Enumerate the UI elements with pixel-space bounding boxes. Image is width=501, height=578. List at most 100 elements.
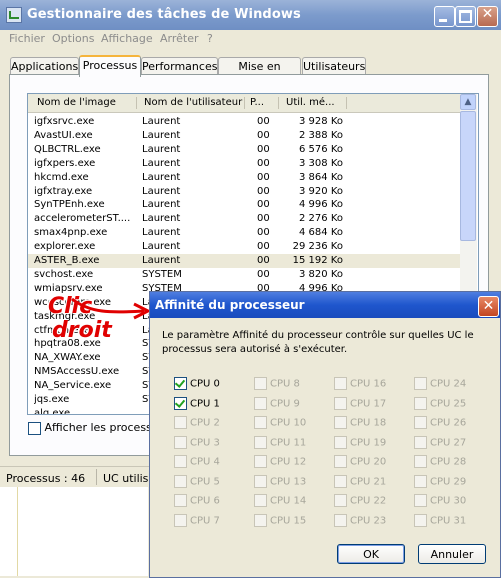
cpu-label: CPU 25 bbox=[430, 398, 467, 409]
process-row[interactable]: QLBCTRL.exe Laurent 00 6 576 Ko bbox=[28, 143, 460, 157]
checkbox-box bbox=[254, 513, 267, 527]
process-name: igfxtray.exe bbox=[34, 185, 93, 197]
checkbox-box bbox=[414, 377, 427, 390]
column-cpu[interactable]: P... bbox=[250, 97, 264, 108]
process-row[interactable]: svchost.exe SYSTEM 00 3 820 Ko bbox=[28, 268, 460, 282]
process-cpu: 00 bbox=[257, 157, 270, 169]
cpu-label: CPU 16 bbox=[350, 378, 387, 390]
ok-button[interactable]: OK bbox=[337, 544, 405, 564]
checkbox-box bbox=[254, 435, 267, 449]
show-all-processes-checkbox[interactable]: Afficher les processus bbox=[28, 421, 165, 435]
minimize-button[interactable] bbox=[434, 6, 455, 27]
cpu-checkbox: CPU 21 bbox=[334, 474, 386, 488]
cpu-label: CPU 8 bbox=[270, 378, 300, 390]
column-divider[interactable] bbox=[244, 97, 245, 109]
process-row[interactable]: hkcmd.exe Laurent 00 3 864 Ko bbox=[28, 171, 460, 185]
process-user: Laurent bbox=[142, 185, 181, 197]
cpu-checkbox: CPU 28 bbox=[414, 455, 466, 468]
title-bar[interactable]: Gestionnaire des tâches de Windows ✕ bbox=[0, 0, 501, 30]
column-image-name[interactable]: Nom de l'image bbox=[37, 97, 116, 108]
checkbox-box bbox=[174, 455, 187, 468]
process-row[interactable]: AvastUI.exe Laurent 00 2 388 Ko bbox=[28, 129, 460, 143]
checkbox-box bbox=[254, 494, 267, 507]
checkbox-box bbox=[174, 416, 187, 429]
checkbox-box bbox=[174, 513, 187, 527]
cpu-label: CPU 3 bbox=[190, 437, 220, 448]
process-user: Laurent bbox=[142, 157, 181, 169]
checkbox-box bbox=[334, 377, 347, 390]
tab-performances[interactable]: Performances bbox=[141, 57, 218, 75]
menu-fichier[interactable]: Fichier bbox=[9, 32, 45, 45]
menu-help[interactable]: ? bbox=[207, 32, 213, 45]
checkbox-box bbox=[254, 455, 267, 468]
process-row[interactable]: igfxtray.exe Laurent 00 3 920 Ko bbox=[28, 185, 460, 199]
cpu-label: CPU 0 bbox=[190, 378, 220, 390]
checkbox-box bbox=[414, 513, 427, 527]
process-row[interactable]: accelerometerST.... Laurent 00 2 276 Ko bbox=[28, 212, 460, 226]
dialog-title-bar[interactable]: Affinité du processeur ✕ bbox=[150, 292, 500, 318]
cpu-checkbox[interactable]: CPU 0 bbox=[174, 377, 220, 390]
cpu-label: CPU 20 bbox=[350, 456, 387, 468]
cpu-checkbox: CPU 16 bbox=[334, 377, 386, 390]
process-memory: 3 864 Ko bbox=[299, 171, 343, 183]
column-user-name[interactable]: Nom de l'utilisateur bbox=[144, 97, 242, 108]
dialog-close-button[interactable]: ✕ bbox=[478, 296, 499, 317]
checkbox-box[interactable] bbox=[174, 396, 187, 410]
process-row[interactable]: smax4pnp.exe Laurent 00 4 684 Ko bbox=[28, 226, 460, 240]
cpu-checkbox: CPU 6 bbox=[174, 494, 220, 507]
process-cpu: 00 bbox=[257, 185, 270, 197]
column-memory[interactable]: Util. mé... bbox=[286, 97, 335, 108]
tab-processus[interactable]: Processus bbox=[79, 55, 141, 77]
process-memory: 4 684 Ko bbox=[299, 227, 343, 239]
menu-arreter[interactable]: Arrêter bbox=[160, 32, 199, 45]
cpu-checkbox: CPU 22 bbox=[334, 494, 386, 507]
cpu-checkbox: CPU 20 bbox=[334, 455, 386, 468]
tab-applications[interactable]: Applications bbox=[10, 57, 79, 75]
process-name: igfxpers.exe bbox=[34, 157, 96, 169]
cpu-checkbox: CPU 23 bbox=[334, 513, 386, 527]
tab-utilisateurs[interactable]: Utilisateurs bbox=[302, 57, 366, 75]
process-name: alg.exe bbox=[34, 407, 71, 415]
process-row[interactable]: igfxpers.exe Laurent 00 3 308 Ko bbox=[28, 157, 460, 171]
cpu-label: CPU 6 bbox=[190, 495, 220, 507]
menu-options[interactable]: Options bbox=[52, 32, 94, 45]
process-row[interactable]: explorer.exe Laurent 00 29 236 Ko bbox=[28, 240, 460, 254]
cpu-checkbox: CPU 14 bbox=[254, 494, 306, 507]
column-divider[interactable] bbox=[278, 97, 279, 109]
cpu-checkbox[interactable]: CPU 1 bbox=[174, 396, 220, 410]
column-divider[interactable] bbox=[346, 97, 347, 109]
menu-affichage[interactable]: Affichage bbox=[101, 32, 153, 45]
process-row[interactable]: SynTPEnh.exe Laurent 00 4 996 Ko bbox=[28, 198, 460, 212]
cpu-label: CPU 9 bbox=[270, 398, 300, 409]
cpu-label: CPU 1 bbox=[190, 398, 220, 409]
process-name: wmiapsrv.exe bbox=[34, 282, 103, 294]
cpu-label: CPU 15 bbox=[270, 515, 307, 526]
cpu-checkbox: CPU 30 bbox=[414, 494, 466, 507]
scroll-up-button[interactable]: ▲ bbox=[460, 94, 476, 110]
process-cpu: 00 bbox=[257, 268, 270, 280]
scroll-thumb[interactable] bbox=[460, 111, 476, 241]
cpu-label: CPU 10 bbox=[270, 417, 307, 429]
cpu-checkbox: CPU 25 bbox=[414, 396, 467, 410]
checkbox-box[interactable] bbox=[174, 377, 187, 390]
cpu-checkbox: CPU 11 bbox=[254, 435, 306, 449]
cpu-checkbox: CPU 27 bbox=[414, 435, 466, 449]
process-user: Laurent bbox=[142, 199, 181, 211]
maximize-button[interactable] bbox=[455, 6, 476, 27]
close-button[interactable]: ✕ bbox=[477, 6, 498, 27]
process-name: SynTPEnh.exe bbox=[34, 199, 105, 211]
process-name: accelerometerST.... bbox=[34, 213, 131, 225]
cpu-checkbox: CPU 31 bbox=[414, 513, 466, 527]
cpu-checkbox: CPU 24 bbox=[414, 377, 466, 390]
column-divider[interactable] bbox=[136, 97, 137, 109]
process-user: Laurent bbox=[142, 241, 181, 253]
cancel-button[interactable]: Annuler bbox=[418, 544, 486, 564]
tab-mise-en-reseau[interactable]: Mise en réseau bbox=[218, 57, 301, 90]
process-row[interactable]: igfxsrvc.exe Laurent 00 3 928 Ko bbox=[28, 115, 460, 129]
process-name: hkcmd.exe bbox=[34, 171, 89, 183]
checkbox-box[interactable] bbox=[28, 421, 41, 435]
process-row[interactable]: ASTER_B.exe Laurent 00 15 192 Ko bbox=[28, 254, 460, 268]
dialog-description: Le paramètre Affinité du processeur cont… bbox=[162, 330, 474, 355]
task-manager-icon bbox=[6, 7, 22, 23]
close-icon: ✕ bbox=[481, 6, 494, 22]
